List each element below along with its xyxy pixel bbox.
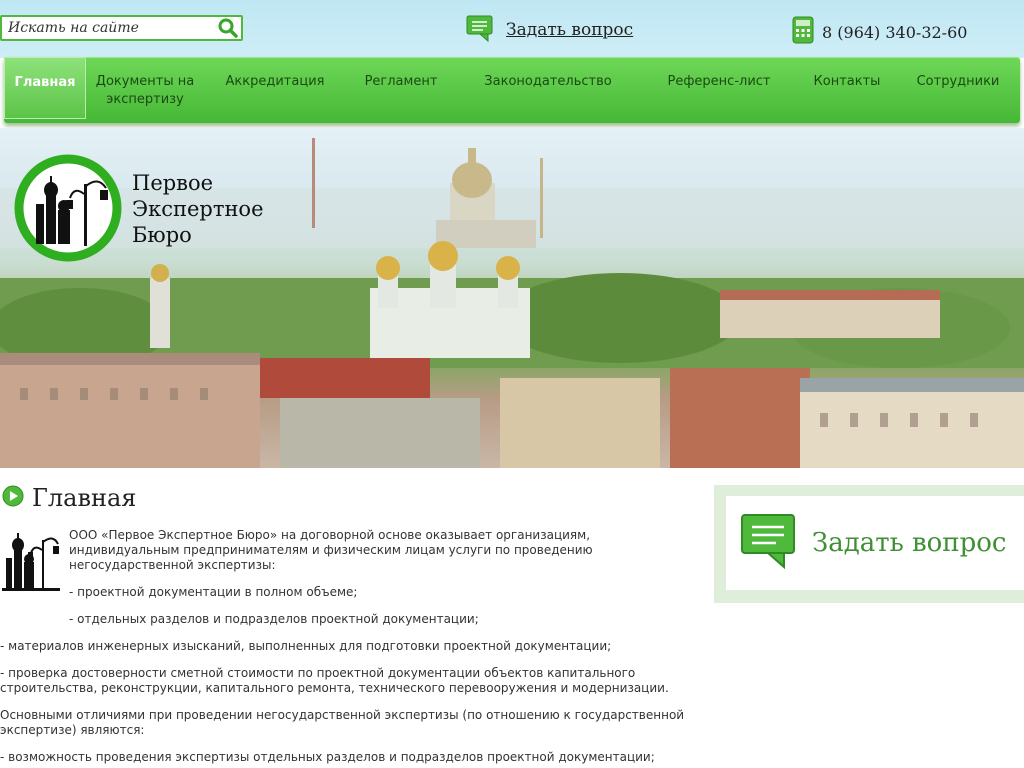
logo-line-3: Бюро [132, 223, 192, 247]
speech-bubble-icon [466, 14, 494, 46]
main-content: ООО «Первое Экспертное Бюро» на договорн… [0, 528, 704, 768]
ask-question-link[interactable]: Задать вопрос [506, 20, 633, 40]
logo-text: Первое Экспертное Бюро [132, 154, 264, 248]
nav-item-documents[interactable]: Документы на экспертизу [86, 57, 204, 119]
content-paragraph: ООО «Первое Экспертное Бюро» на договорн… [69, 528, 593, 572]
nav-item-accreditation[interactable]: Аккредитация [204, 57, 346, 119]
hero-banner: Первое Экспертное Бюро [0, 128, 1024, 468]
ask-question-label: Задать вопрос [812, 528, 1007, 558]
content-paragraph: - материалов инженерных изысканий, выпол… [0, 639, 612, 653]
nav-item-contacts[interactable]: Контакты [798, 57, 896, 119]
green-bullet-icon [2, 485, 24, 511]
content-paragraph: - возможность проведения экспертизы отде… [0, 750, 655, 764]
logo-line-2: Экспертное [132, 197, 264, 221]
nav-item-regulations[interactable]: Регламент [346, 57, 456, 119]
page-title: Главная [32, 484, 137, 512]
top-bar: Задать вопрос 8 (964) 340-32-60 [0, 0, 1024, 58]
logo-emblem-icon [14, 154, 122, 266]
nav-item-staff[interactable]: Сотрудники [896, 57, 1020, 119]
ask-question-panel: Задать вопрос [714, 485, 1024, 603]
ask-question-top: Задать вопрос [466, 14, 633, 46]
search-box [0, 15, 243, 41]
page-title-block: Главная [2, 484, 136, 512]
search-input[interactable] [2, 18, 215, 38]
ask-question-button[interactable]: Задать вопрос [726, 496, 1024, 590]
content-paragraph: - проверка достоверности сметной стоимос… [0, 666, 669, 695]
phone-block: 8 (964) 340-32-60 [792, 16, 967, 48]
phone-icon [792, 16, 814, 48]
content-paragraph: Основными отличиями при проведении негос… [0, 708, 685, 737]
search-icon[interactable] [215, 17, 241, 39]
company-logo[interactable]: Первое Экспертное Бюро [14, 154, 264, 266]
logo-line-1: Первое [132, 171, 214, 195]
content-paragraph: - проектной документации в полном объеме… [69, 585, 358, 599]
large-speech-bubble-icon [740, 511, 798, 576]
nav-item-main[interactable]: Главная [4, 57, 86, 119]
phone-number: 8 (964) 340-32-60 [822, 22, 968, 42]
nav-item-reference-list[interactable]: Референс-лист [640, 57, 798, 119]
nav-item-legislation[interactable]: Законодательство [456, 57, 640, 119]
main-navigation: Главная Документы на экспертизу Аккредит… [4, 57, 1020, 123]
content-paragraph: - отдельных разделов и подразделов проек… [69, 612, 479, 626]
